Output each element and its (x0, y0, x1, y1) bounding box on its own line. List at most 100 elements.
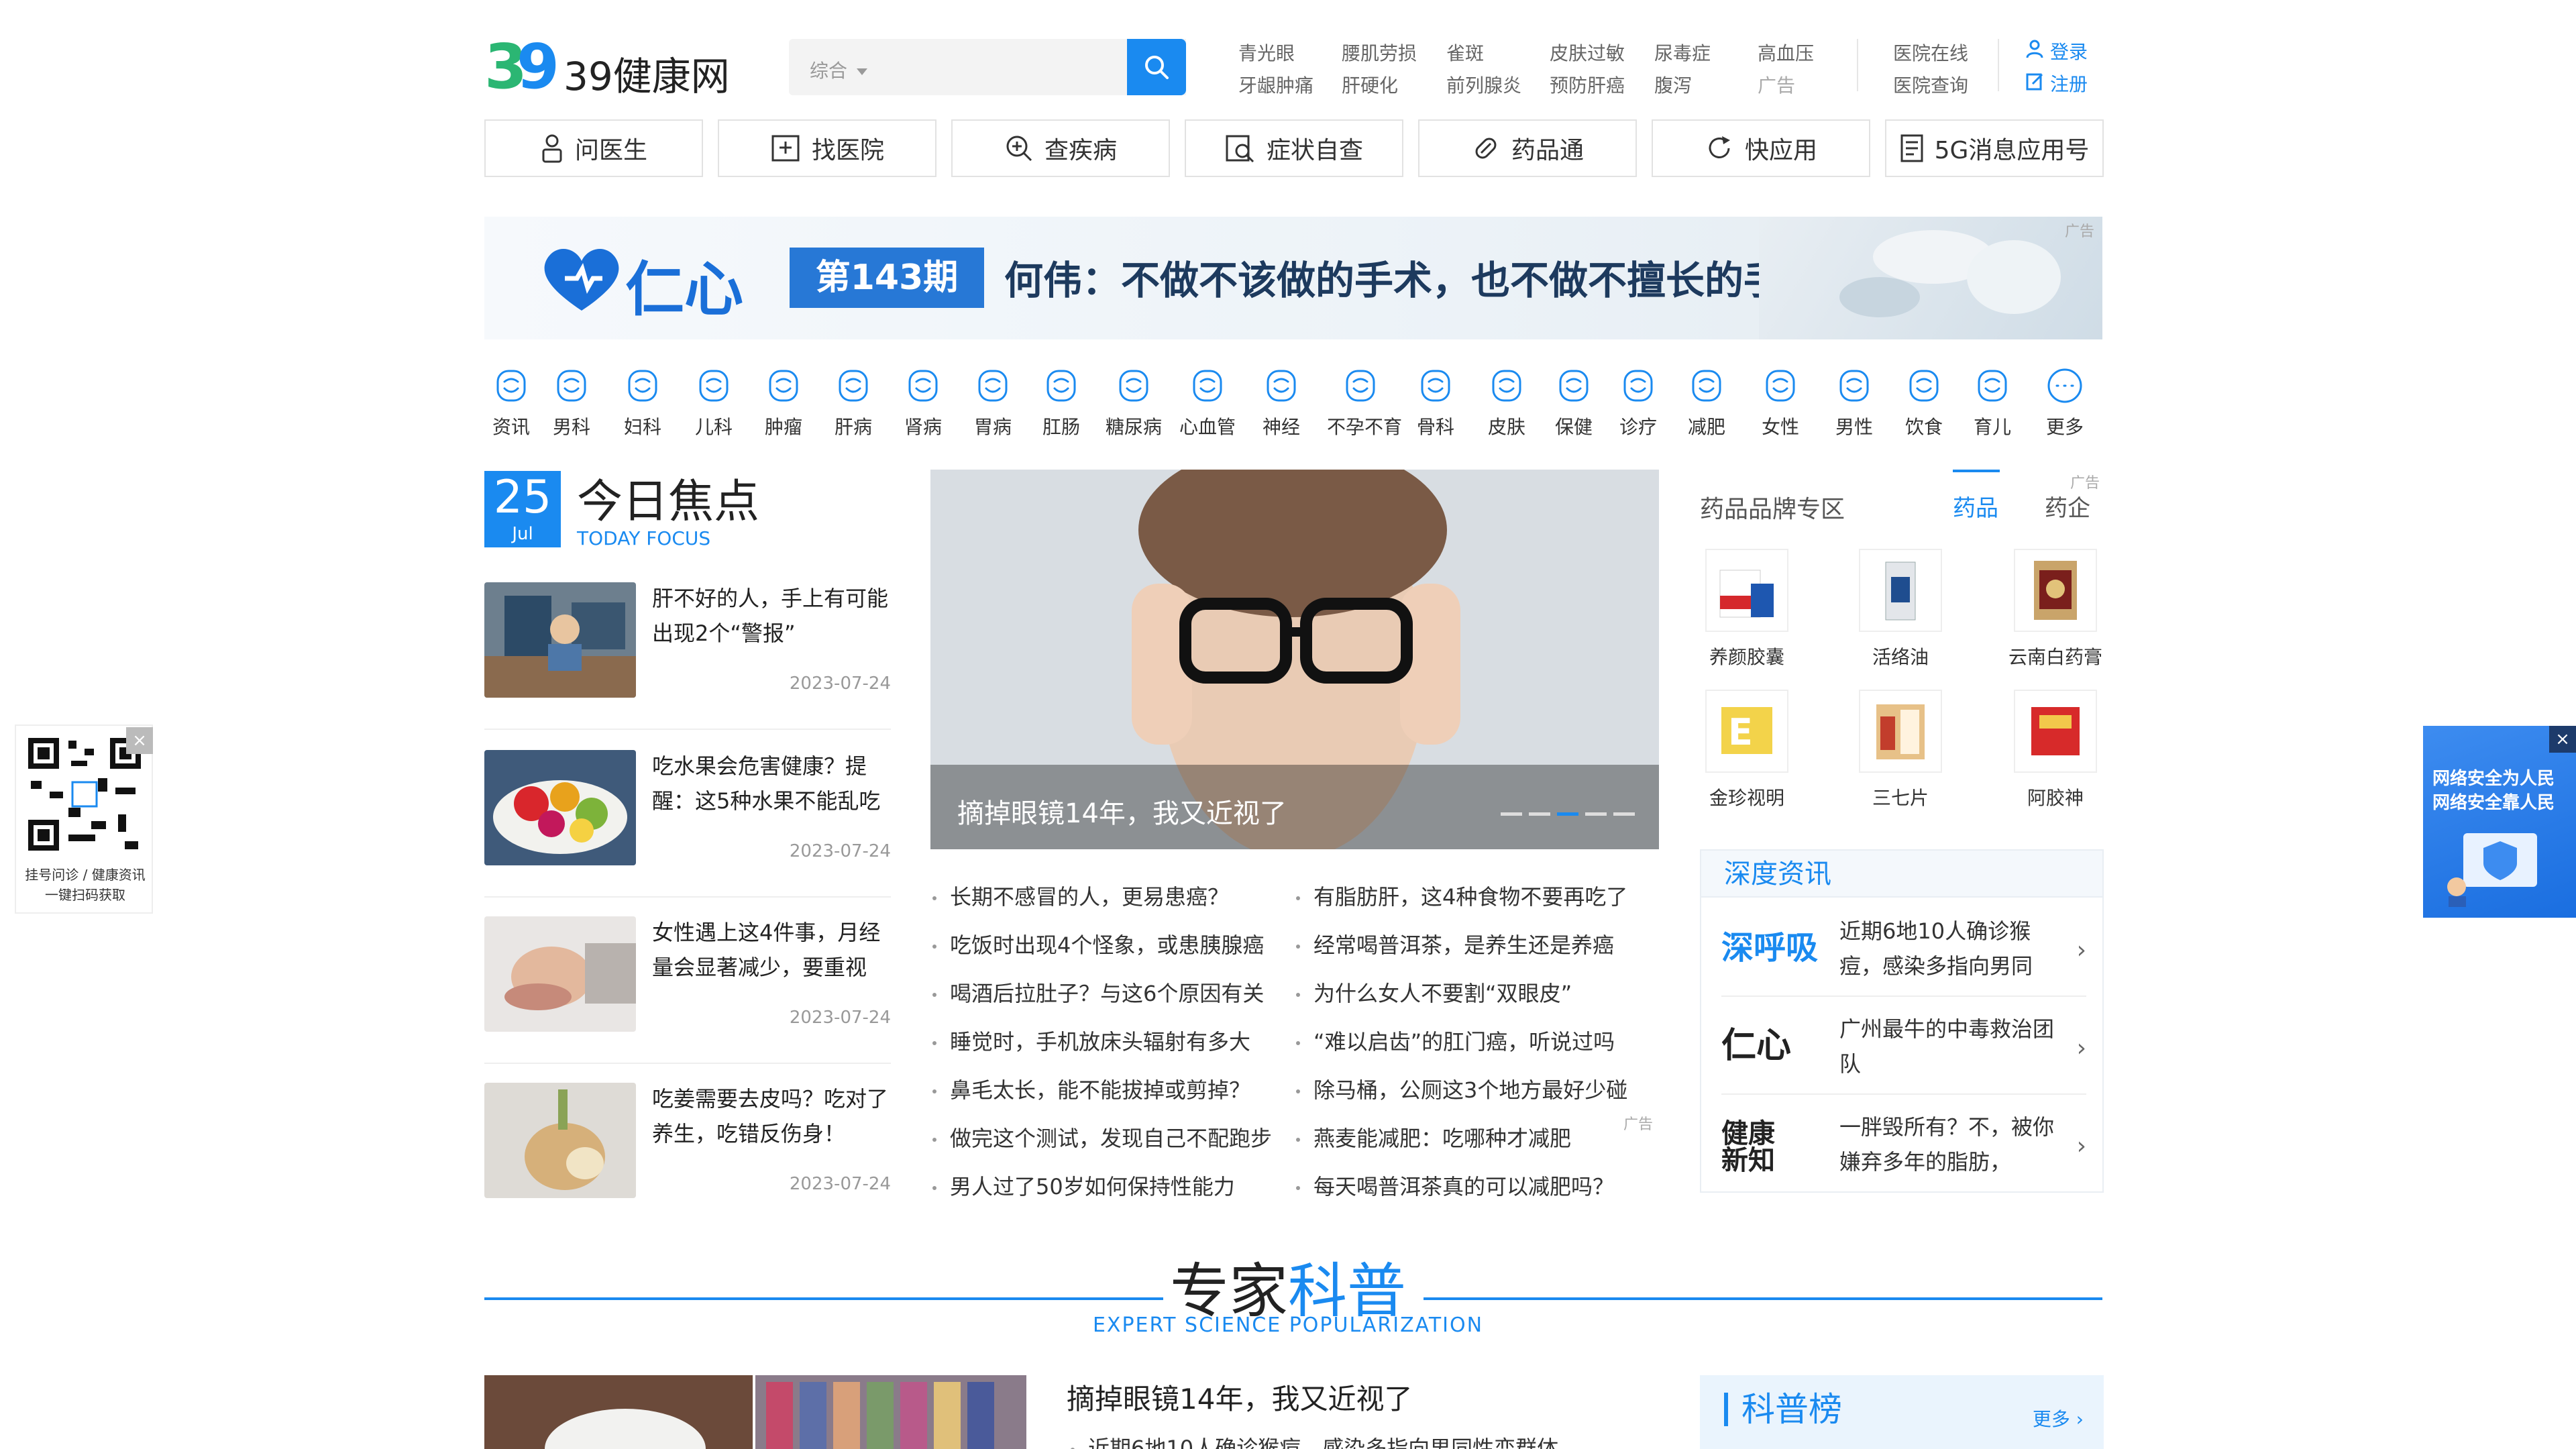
expert-lead-title[interactable]: 摘掉眼镜14年，我又近视了 (1067, 1377, 1412, 1417)
category-andrology[interactable]: 男科 (538, 366, 605, 439)
headline-link[interactable]: 鼻毛太长，能不能拔掉或剪掉？ (932, 1073, 1250, 1104)
nav-symptom-check[interactable]: 症状自查 (1185, 119, 1403, 177)
kepu-ranking-header: 科普榜 更多 › (1700, 1375, 2104, 1449)
nav-ask-doctor[interactable]: 问医生 (484, 119, 703, 177)
nav-5g-message[interactable]: 5G消息应用号 (1885, 119, 2104, 177)
carousel-dot[interactable] (1585, 812, 1607, 816)
heart-logo-icon (544, 249, 619, 311)
category-kidney[interactable]: 肾病 (890, 366, 957, 439)
category-diabetes[interactable]: 糖尿病 (1100, 366, 1167, 439)
deep-news-logo: 仁心 (1721, 1026, 1792, 1066)
close-icon[interactable]: × (2549, 726, 2576, 753)
headline-link[interactable]: 睡觉时，手机放床头辐射有多大 (932, 1025, 1250, 1056)
hot-link[interactable]: 高血压 (1758, 39, 1814, 66)
hospital-online-link[interactable]: 医院在线 (1893, 39, 1968, 66)
headline-link[interactable]: 有脂肪肝，这4种食物不要再吃了 (1296, 880, 1627, 911)
headline-link[interactable]: 长期不感冒的人，更易患癌？ (932, 880, 1229, 911)
carousel-dot[interactable] (1613, 812, 1635, 816)
category-diagnosis[interactable]: 诊疗 (1605, 366, 1672, 439)
healthcare-icon (1559, 370, 1589, 402)
category-skin[interactable]: 皮肤 (1473, 366, 1540, 439)
carousel-dot[interactable] (1501, 812, 1522, 816)
headline-link[interactable]: 除马桶，公厕这3个地方最好少碰 (1296, 1073, 1627, 1104)
deep-news-row[interactable]: 深呼吸 近期6地10人确诊猴痘，感染多指向男同 › (1721, 899, 2086, 997)
hot-link[interactable]: 预防肝癌 (1550, 71, 1625, 98)
security-float-right[interactable]: 网络安全为人民 网络安全靠人民 (2423, 726, 2576, 918)
category-parenting[interactable]: 育儿 (1959, 366, 2026, 439)
category-more[interactable]: 更多 (2031, 366, 2098, 439)
deep-news-logo: 健康新知 (1721, 1118, 1775, 1176)
expert-thumbnail[interactable] (484, 1375, 1026, 1449)
register-link[interactable]: 注册 (2026, 70, 2088, 97)
category-cardio[interactable]: 心血管 (1174, 366, 1241, 439)
focus-news-item[interactable]: 肝不好的人，手上有可能出现2个“警报” 2023-07-24 (484, 582, 891, 730)
hospital-search-link[interactable]: 医院查询 (1893, 71, 1968, 98)
magnify-plus-icon (1006, 136, 1032, 162)
carousel-dot-active[interactable] (1557, 812, 1578, 816)
expert-sub-link[interactable]: 近期6地10人确诊猴痘，感染多指向男同性恋群体 (1071, 1432, 1558, 1449)
focus-news-item[interactable]: 吃水果会危害健康？提醒：这5种水果不能乱吃 2023-07-24 (484, 750, 891, 898)
hot-link[interactable]: 前列腺炎 (1446, 71, 1521, 98)
headline-link[interactable]: 男人过了50岁如何保持性能力 (932, 1170, 1235, 1201)
headline-link[interactable]: “难以启齿”的肛门癌，听说过吗 (1296, 1025, 1615, 1056)
carousel-dot[interactable] (1529, 812, 1550, 816)
hot-link[interactable]: 尿毒症 (1654, 39, 1711, 66)
banner-ad[interactable]: 仁心 第143期 何伟：不做不该做的手术，也不做不擅长的手术 广告 (484, 217, 2102, 339)
hot-link[interactable]: 腹泻 (1654, 71, 1692, 98)
headline-link[interactable]: 吃饭时出现4个怪象，或患胰腺癌 (932, 928, 1264, 959)
category-news[interactable]: 资讯 (478, 366, 545, 439)
nav-quick-app[interactable]: 快应用 (1652, 119, 1870, 177)
headline-link[interactable]: 燕麦能减肥：吃哪种才减肥 (1296, 1122, 1571, 1152)
focus-news-item[interactable]: 吃姜需要去皮吗？吃对了养生，吃错反伤身！ 2023-07-24 (484, 1083, 891, 1230)
search-scope-select[interactable]: 综合 (810, 56, 868, 83)
nav-find-hospital[interactable]: 找医院 (718, 119, 936, 177)
category-anorectal[interactable]: 肛肠 (1028, 366, 1095, 439)
category-infertility[interactable]: 不孕不育 (1327, 366, 1402, 439)
headline-link[interactable]: 为什么女人不要割“双眼皮” (1296, 977, 1572, 1008)
nav-drug-pass[interactable]: 药品通 (1418, 119, 1637, 177)
deep-news-row[interactable]: 健康新知 一胖毁所有？不，被你嫌弃多年的脂肪， › (1721, 1095, 2086, 1193)
category-diet[interactable]: 饮食 (1890, 366, 1957, 439)
headline-link[interactable]: 每天喝普洱茶真的可以减肥吗？ (1296, 1170, 1614, 1201)
category-male[interactable]: 男性 (1821, 366, 1888, 439)
category-orthopedics[interactable]: 骨科 (1402, 366, 1469, 439)
product-item[interactable]: 云南白药膏 (1995, 549, 2116, 669)
tab-companies[interactable]: 药企 (2045, 490, 2090, 523)
category-weight-loss[interactable]: 减肥 (1673, 366, 1740, 439)
nav-check-disease[interactable]: 查疾病 (951, 119, 1170, 177)
category-stomach[interactable]: 胃病 (959, 366, 1026, 439)
hot-link[interactable]: 青光眼 (1238, 39, 1295, 66)
category-oncology[interactable]: 肿瘤 (750, 366, 817, 439)
headline-link[interactable]: 做完这个测试，发现自己不配跑步 (932, 1122, 1272, 1152)
tab-drugs[interactable]: 药品 (1953, 490, 1998, 523)
product-item[interactable]: 三七片 (1840, 690, 1961, 810)
category-female[interactable]: 女性 (1747, 366, 1814, 439)
category-pediatrics[interactable]: 儿科 (680, 366, 747, 439)
headline-link[interactable]: 经常喝普洱茶，是养生还是养癌 (1296, 928, 1614, 959)
hot-link[interactable]: 肝硬化 (1342, 71, 1398, 98)
category-gynecology[interactable]: 妇科 (609, 366, 676, 439)
category-healthcare[interactable]: 保健 (1540, 366, 1607, 439)
hot-link[interactable]: 牙龈肿痛 (1238, 71, 1313, 98)
product-item[interactable]: 阿胶神 (1995, 690, 2116, 810)
login-link[interactable]: 登录 (2026, 38, 2088, 64)
product-item[interactable]: 活络油 (1840, 549, 1961, 669)
product-item[interactable]: E 金珍视明 (1686, 690, 1807, 810)
category-neuro[interactable]: 神经 (1248, 366, 1315, 439)
diet-icon (1909, 370, 1939, 402)
site-logo[interactable]: 3 9 39健康网 (484, 31, 733, 103)
category-liver[interactable]: 肝病 (820, 366, 887, 439)
carousel-dots[interactable] (1501, 812, 1635, 816)
headline-link[interactable]: 喝酒后拉肚子？与这6个原因有关 (932, 977, 1264, 1008)
product-item[interactable]: 养颜胶囊 (1686, 549, 1807, 669)
close-icon[interactable]: × (126, 727, 153, 754)
hot-link[interactable]: 腰肌劳损 (1342, 39, 1417, 66)
deep-news-row[interactable]: 仁心 广州最牛的中毒救治团队 › (1721, 997, 2086, 1095)
search-button[interactable] (1127, 39, 1186, 95)
hot-link[interactable]: 雀斑 (1446, 39, 1484, 66)
focus-news-item[interactable]: 女性遇上这4件事，月经量会显著减少，要重视 2023-07-24 (484, 916, 891, 1064)
more-link[interactable]: 更多 › (2033, 1405, 2084, 1432)
hot-link[interactable]: 皮肤过敏 (1550, 39, 1625, 66)
hero-carousel[interactable]: 摘掉眼镜14年，我又近视了 (930, 470, 1659, 849)
andrology-icon (557, 370, 586, 402)
